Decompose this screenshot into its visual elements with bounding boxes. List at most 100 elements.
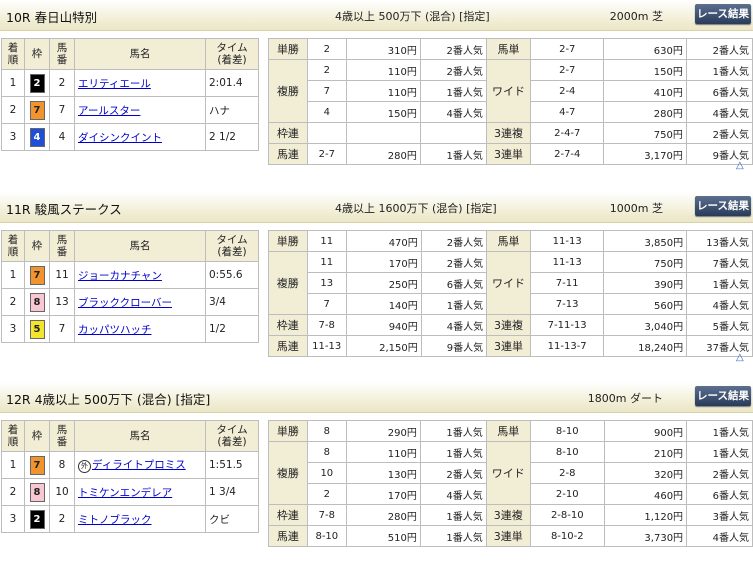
column-header-number: 馬 番 bbox=[49, 38, 75, 70]
payout-amount: 940円 bbox=[345, 314, 422, 336]
frame-cell: 7 bbox=[24, 96, 50, 124]
payout-row: 枠連 3連複 2-4-7 750円 2番人気 bbox=[268, 122, 753, 144]
popularity: 4番人気 bbox=[686, 293, 753, 315]
payout-amount: 210円 bbox=[603, 441, 688, 463]
payout-amount: 280円 bbox=[603, 101, 687, 123]
finish-row: 2 7 7 アールスター ハナ bbox=[1, 96, 259, 124]
bet-type-label: 馬単 bbox=[486, 230, 531, 252]
payout-row: 馬連 8-10 510円 1番人気 3連単 8-10-2 3,730円 4番人気 bbox=[268, 525, 753, 547]
horse-name-link[interactable]: アールスター bbox=[78, 105, 140, 117]
column-header-ranking: 着 順 bbox=[1, 230, 25, 262]
bet-combination: 7-8 bbox=[306, 504, 347, 526]
horse-name-link[interactable]: ミトノブラック bbox=[78, 514, 152, 526]
payout-amount: 560円 bbox=[603, 293, 688, 315]
payout-row: 枠連 7-8 940円 4番人気 3連複 7-11-13 3,040円 5番人気 bbox=[268, 314, 753, 336]
bet-combination: 2-7 bbox=[530, 59, 605, 81]
popularity: 6番人気 bbox=[685, 80, 753, 102]
horse-number: 7 bbox=[49, 96, 75, 124]
bet-type-label: ワイド bbox=[486, 251, 531, 315]
page-top-icon[interactable]: △ bbox=[736, 160, 748, 172]
finish-row: 1 7 11 ジョーカナチャン 0:55.6 bbox=[1, 261, 259, 289]
foreign-horse-icon: 外 bbox=[78, 460, 91, 473]
bet-combination: 11-13 bbox=[529, 230, 605, 252]
payout-amount: 320円 bbox=[603, 462, 688, 484]
horse-name-link[interactable]: カッパツハッチ bbox=[78, 324, 152, 336]
column-header-frame: 枠 bbox=[24, 420, 50, 452]
payout-row: 枠連 7-8 280円 1番人気 3連複 2-8-10 1,120円 3番人気 bbox=[268, 504, 753, 526]
finish-time: クビ bbox=[205, 505, 259, 533]
finish-header-row: 着 順枠馬 番馬名 タイム (着差) bbox=[1, 230, 259, 262]
bet-combination: 2-10 bbox=[529, 483, 605, 505]
race-result-button[interactable]: レース結果 bbox=[695, 4, 751, 24]
column-header-horse: 馬名 bbox=[74, 230, 206, 262]
horse-name-link[interactable]: トミケンエンデレア bbox=[78, 487, 172, 499]
popularity: 3番人気 bbox=[686, 504, 753, 526]
popularity: 2番人気 bbox=[419, 38, 487, 60]
race-result-button[interactable]: レース結果 bbox=[695, 196, 751, 216]
popularity: 4番人気 bbox=[419, 483, 487, 505]
page-top-icon[interactable]: △ bbox=[736, 352, 748, 364]
finish-time: 2 1/2 bbox=[205, 123, 259, 151]
bet-type-label: 複勝 bbox=[268, 441, 308, 505]
column-header-frame: 枠 bbox=[24, 230, 50, 262]
horse-name-cell: アールスター bbox=[74, 96, 206, 124]
payout-amount: 18,240円 bbox=[603, 335, 688, 357]
column-header-ranking: 着 順 bbox=[1, 38, 25, 70]
popularity: 6番人気 bbox=[686, 483, 753, 505]
popularity: 1番人気 bbox=[686, 272, 753, 294]
bet-combination: 10 bbox=[306, 462, 347, 484]
column-header-frame: 枠 bbox=[24, 38, 50, 70]
finish-header-row: 着 順枠馬 番馬名 タイム (着差) bbox=[1, 420, 259, 452]
popularity: 4番人気 bbox=[420, 314, 488, 336]
finish-rank: 3 bbox=[1, 505, 25, 533]
bet-combination: 2 bbox=[306, 483, 347, 505]
race-header: 11R 駿風ステークス 4歳以上 1600万下 (混合) [指定] 1000m 芝 レ… bbox=[0, 192, 753, 223]
bet-type-label: 3連複 bbox=[485, 504, 531, 526]
payout-amount bbox=[345, 122, 421, 144]
bet-combination: 2-7-4 bbox=[530, 143, 605, 165]
popularity: 2番人気 bbox=[685, 122, 753, 144]
bet-combination bbox=[306, 122, 347, 144]
horse-name-link[interactable]: エリティエール bbox=[78, 78, 151, 90]
bet-combination: 11-13 bbox=[529, 251, 605, 273]
horse-name-link[interactable]: ダイシンクイント bbox=[78, 132, 162, 144]
horse-name-link[interactable]: ディライトプロミス bbox=[92, 459, 186, 471]
horse-name-link[interactable]: ブラッククローバー bbox=[78, 297, 172, 309]
horse-name-link[interactable]: ジョーカナチャン bbox=[78, 270, 162, 282]
bet-combination: 2-4 bbox=[530, 80, 605, 102]
bet-type-label: 枠連 bbox=[268, 504, 308, 526]
race-section: 11R 駿風ステークス 4歳以上 1600万下 (混合) [指定] 1000m 芝 レ… bbox=[0, 192, 753, 377]
frame-badge: 7 bbox=[29, 455, 45, 475]
finish-time: 1:51.5 bbox=[205, 451, 259, 479]
finish-rank: 1 bbox=[1, 69, 25, 97]
payout-table: 単勝 2 310円 2番人気 馬単 2-7 630円 2番人気 複勝 2 110円 2番人気 ワイド 2-… bbox=[268, 38, 753, 165]
horse-number: 13 bbox=[49, 288, 75, 316]
race-title: 11R 駿風ステークス bbox=[6, 202, 122, 217]
race-distance: 2000m 芝 bbox=[609, 10, 663, 23]
payout-row: 複勝 2 110円 2番人気 ワイド 2-7 150円 1番人気 bbox=[268, 59, 753, 123]
column-header-horse: 馬名 bbox=[74, 420, 206, 452]
horse-number: 10 bbox=[49, 478, 75, 506]
race-header: 10R 春日山特別 4歳以上 500万下 (混合) [指定] 2000m 芝 レース結… bbox=[0, 0, 753, 31]
popularity: 1番人気 bbox=[419, 143, 487, 165]
payout-row: 複勝 11 170円 2番人気 ワイド 11-13 750円 7番人気 bbox=[268, 251, 753, 315]
bet-combination: 8-10 bbox=[306, 525, 347, 547]
bet-type-label: 3連単 bbox=[485, 525, 531, 547]
horse-name-cell: ブラッククローバー bbox=[74, 288, 206, 316]
popularity: 6番人気 bbox=[420, 272, 488, 294]
finish-row: 1 2 2 エリティエール 2:01.4 bbox=[1, 69, 259, 97]
payout-row: 単勝 11 470円 2番人気 馬単 11-13 3,850円 13番人気 bbox=[268, 230, 753, 252]
finish-time: 1/2 bbox=[205, 315, 259, 343]
bet-type-label: 単勝 bbox=[268, 230, 308, 252]
race-result-button[interactable]: レース結果 bbox=[695, 386, 751, 406]
finish-row: 3 4 4 ダイシンクイント 2 1/2 bbox=[1, 123, 259, 151]
bet-combination: 2-8-10 bbox=[529, 504, 605, 526]
horse-name-cell: エリティエール bbox=[74, 69, 206, 97]
race-distance: 1000m 芝 bbox=[609, 202, 663, 215]
payout-table: 単勝 11 470円 2番人気 馬単 11-13 3,850円 13番人気 複勝 11 170円 2番… bbox=[268, 230, 753, 357]
race-title: 10R 春日山特別 bbox=[6, 10, 98, 25]
finish-rank: 2 bbox=[1, 288, 25, 316]
finish-rank: 3 bbox=[1, 123, 25, 151]
bet-combination: 2-7 bbox=[530, 38, 605, 60]
bet-type-label: 単勝 bbox=[268, 38, 308, 60]
